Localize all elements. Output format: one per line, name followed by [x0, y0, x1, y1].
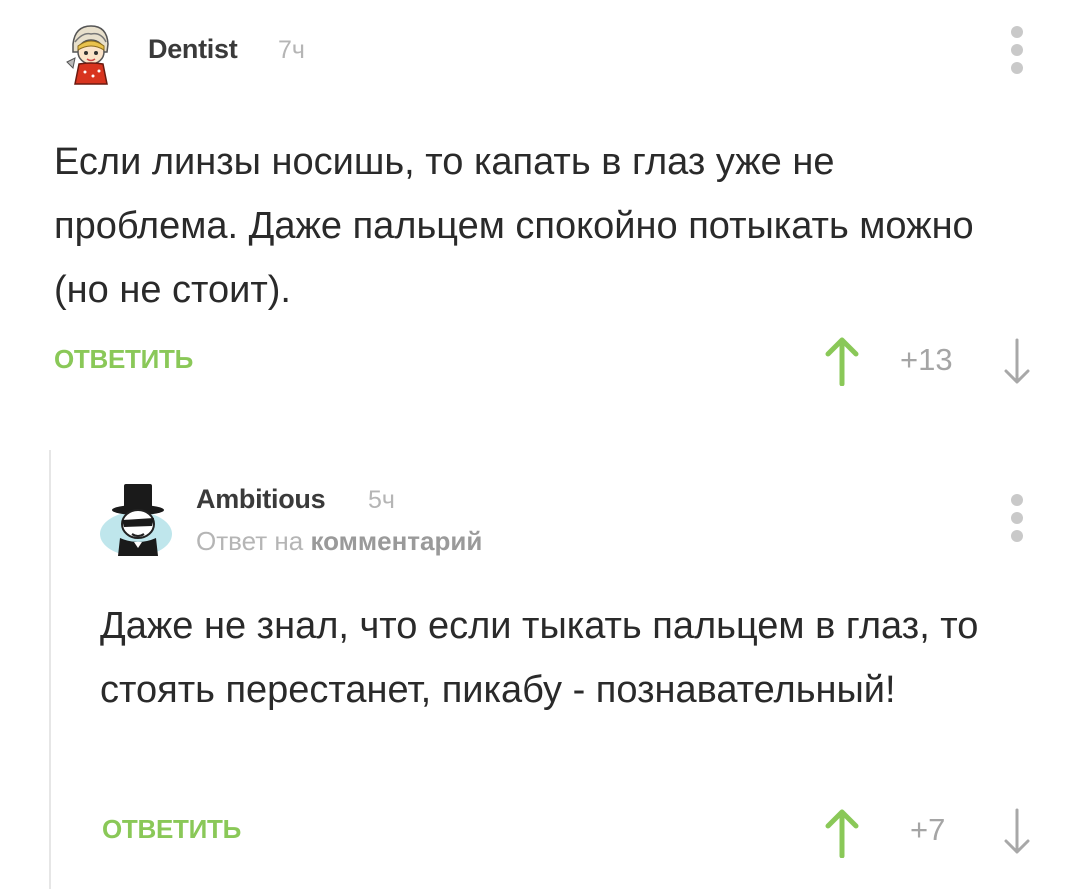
- downvote-icon[interactable]: [998, 806, 1036, 856]
- timestamp: 7ч: [278, 36, 305, 64]
- reply-to-link[interactable]: комментарий: [310, 526, 482, 556]
- rating-score: +13: [900, 342, 953, 377]
- username[interactable]: Dentist: [148, 34, 238, 65]
- top-hat-gentleman-icon: [100, 484, 172, 556]
- comment: Ambitious 5ч Ответ на комментарий Даже н…: [0, 450, 1080, 889]
- avatar[interactable]: [98, 482, 176, 556]
- reply-button[interactable]: ОТВЕТИТЬ: [102, 814, 241, 845]
- reply-to-line: Ответ на комментарий: [196, 526, 482, 557]
- more-options-icon[interactable]: [1004, 494, 1030, 542]
- girl-with-headscarf-icon: [66, 25, 109, 85]
- comment: Dentist 7ч Если линзы носишь, то капать …: [0, 0, 1080, 410]
- reply-button[interactable]: ОТВЕТИТЬ: [54, 344, 193, 375]
- upvote-icon[interactable]: [822, 808, 862, 859]
- upvote-icon[interactable]: [822, 336, 862, 387]
- more-options-icon[interactable]: [1004, 26, 1030, 74]
- username[interactable]: Ambitious: [196, 484, 326, 515]
- comment-text: Даже не знал, что если тыкать пальцем в …: [100, 605, 979, 711]
- avatar[interactable]: [63, 22, 117, 86]
- reply-to-prefix: Ответ на: [196, 526, 304, 556]
- rating-score: +7: [910, 812, 946, 847]
- downvote-icon[interactable]: [998, 336, 1036, 386]
- timestamp: 5ч: [368, 486, 395, 514]
- comment-text: Если линзы носишь, то капать в глаз уже …: [54, 141, 974, 311]
